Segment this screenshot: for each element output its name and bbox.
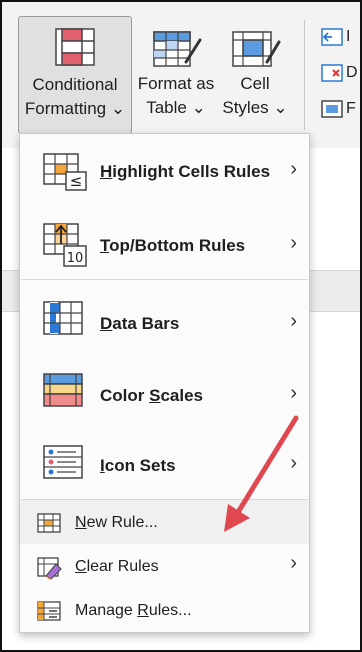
menu-separator bbox=[21, 279, 308, 280]
icon-sets-label: Icon Sets bbox=[100, 456, 176, 475]
format-as-table-icon bbox=[153, 31, 202, 67]
highlight-cells-rules-icon: ≤ bbox=[43, 153, 87, 191]
highlight-symbol: ≤ bbox=[70, 172, 83, 190]
chevron-right-icon: › bbox=[290, 232, 297, 254]
delete-label: D bbox=[346, 64, 358, 81]
top-bottom-number: 10 bbox=[67, 251, 84, 266]
icon-sets-icon bbox=[43, 445, 83, 479]
conditional-formatting-label-1: Conditional bbox=[32, 75, 118, 94]
menu-item-clear-rules[interactable]: Clear Rules › bbox=[20, 544, 309, 588]
insert-icon bbox=[321, 28, 343, 46]
format-icon bbox=[321, 100, 343, 118]
format-button[interactable]: F bbox=[320, 98, 356, 122]
ribbon-separator bbox=[304, 20, 305, 130]
clear-rules-label: Clear Rules bbox=[75, 558, 159, 575]
chevron-down-icon: ⌄ bbox=[273, 98, 288, 117]
format-as-table-label-1: Format as bbox=[137, 74, 215, 93]
insert-label: I bbox=[346, 28, 351, 45]
cell-styles-label-2: Styles bbox=[222, 98, 269, 117]
chevron-down-icon: ⌄ bbox=[191, 98, 206, 117]
conditional-formatting-label-2: Formatting bbox=[24, 99, 107, 118]
highlight-cells-rules-label: Highlight Cells Rules bbox=[100, 162, 271, 181]
color-scales-label: Color Scales bbox=[100, 386, 203, 405]
top-bottom-rules-icon: 10 bbox=[43, 223, 87, 267]
menu-item-top-bottom-rules[interactable]: 10 Top/Bottom Rules › bbox=[20, 208, 309, 278]
chevron-right-icon: › bbox=[290, 158, 297, 180]
format-as-table-button[interactable]: Format as Table ⌄ bbox=[135, 16, 217, 132]
data-bars-label: Data Bars bbox=[100, 314, 180, 333]
clear-rules-icon bbox=[37, 557, 62, 580]
cell-styles-label-1: Cell bbox=[240, 74, 270, 93]
conditional-formatting-menu: ≤ Highlight Cells Rules › 10 Top/Bottom … bbox=[19, 133, 310, 633]
manage-rules-label: Manage Rules... bbox=[75, 602, 192, 619]
manage-rules-icon bbox=[37, 601, 61, 621]
conditional-formatting-button[interactable]: Conditional Formatting ⌄ bbox=[18, 16, 132, 134]
menu-item-data-bars[interactable]: Data Bars › bbox=[20, 284, 309, 356]
format-label: F bbox=[346, 100, 356, 117]
menu-item-highlight-cells-rules[interactable]: ≤ Highlight Cells Rules › bbox=[20, 134, 309, 208]
format-as-table-label-2: Table bbox=[146, 98, 187, 117]
delete-button[interactable]: D bbox=[320, 62, 358, 86]
color-scales-icon bbox=[43, 373, 83, 407]
cell-styles-button[interactable]: Cell Styles ⌄ bbox=[222, 16, 288, 132]
conditional-formatting-icon bbox=[55, 28, 95, 66]
top-bottom-rules-label: Top/Bottom Rules bbox=[100, 236, 246, 255]
chevron-right-icon: › bbox=[290, 552, 297, 574]
chevron-down-icon: ⌄ bbox=[110, 99, 126, 118]
new-rule-icon bbox=[37, 513, 61, 533]
insert-button[interactable]: I bbox=[320, 26, 350, 50]
ribbon: Conditional Formatting ⌄ Format as Table… bbox=[2, 2, 360, 148]
annotation-arrow-icon bbox=[224, 415, 299, 532]
chevron-right-icon: › bbox=[290, 382, 297, 404]
data-bars-icon bbox=[43, 301, 83, 335]
new-rule-label: New Rule... bbox=[75, 514, 158, 531]
chevron-right-icon: › bbox=[290, 310, 297, 332]
menu-item-manage-rules[interactable]: Manage Rules... bbox=[20, 588, 309, 632]
cell-styles-icon bbox=[232, 31, 281, 67]
delete-icon bbox=[321, 64, 343, 82]
